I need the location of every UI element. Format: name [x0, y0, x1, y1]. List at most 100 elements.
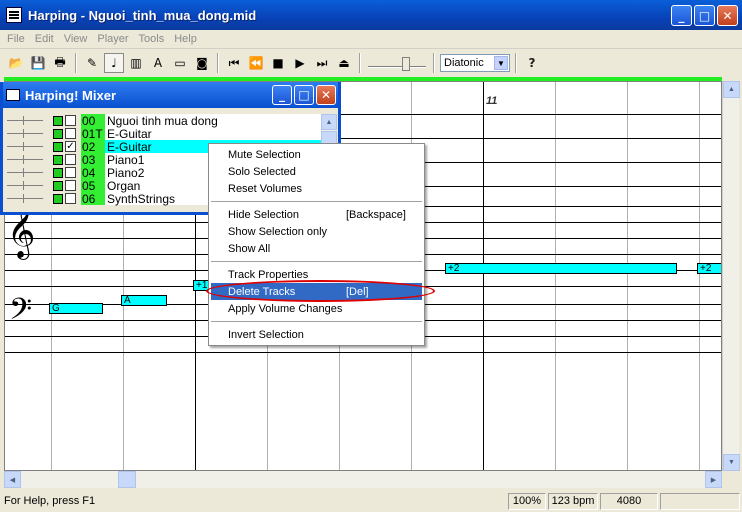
track-name: E-Guitar	[107, 127, 152, 141]
slider-thumb[interactable]	[402, 57, 410, 71]
mixer-maximize-button[interactable]: □	[294, 85, 314, 105]
note-block[interactable]: G	[49, 303, 103, 314]
tape-icon[interactable]: ◙	[192, 53, 212, 73]
help-icon[interactable]: ?	[522, 53, 542, 73]
track-color-swatch	[53, 141, 63, 152]
bass-clef-icon: 𝄢	[9, 293, 33, 334]
menu-item-label: Solo Selected	[228, 165, 296, 178]
volume-fader[interactable]	[7, 192, 45, 205]
track-number: 02	[81, 140, 105, 154]
menu-item-apply-volume-changes[interactable]: Apply Volume Changes	[211, 300, 422, 317]
menu-item-hide-selection[interactable]: Hide Selection [Backspace]	[211, 206, 422, 223]
track-number: 00	[81, 114, 105, 128]
track-list-item[interactable]: 00 Nguoi tinh mua dong	[81, 114, 321, 128]
track-color-swatch	[53, 154, 63, 165]
scroll-up-icon[interactable]: ▲	[723, 81, 740, 98]
menu-view[interactable]: View	[59, 33, 93, 45]
track-controls	[7, 179, 76, 192]
title-bar[interactable]: Harping - Nguoi_tinh_mua_dong.mid _ □ ✕	[0, 0, 742, 30]
volume-fader[interactable]	[7, 127, 45, 140]
menu-player[interactable]: Player	[92, 33, 133, 45]
note-block[interactable]: +2	[697, 263, 721, 274]
mixer-close-button[interactable]: ✕	[316, 85, 336, 105]
menu-tools[interactable]: Tools	[134, 33, 170, 45]
notes-view-icon[interactable]: ♩	[104, 53, 124, 73]
menu-item-solo-selected[interactable]: Solo Selected	[211, 163, 422, 180]
menu-item-reset-volumes[interactable]: Reset Volumes	[211, 180, 422, 197]
toolbar-separator	[359, 53, 361, 73]
volume-fader[interactable]	[7, 153, 45, 166]
pencil-icon[interactable]: ✎	[82, 53, 102, 73]
horizontal-scrollbar[interactable]: ◀ ▶	[4, 471, 722, 488]
track-checkbox[interactable]	[65, 193, 76, 204]
skip-start-icon[interactable]: ⏮	[224, 53, 244, 73]
menu-help[interactable]: Help	[169, 33, 202, 45]
eject-icon[interactable]: ⏏	[334, 53, 354, 73]
stop-icon[interactable]: ■	[268, 53, 288, 73]
volume-fader[interactable]	[7, 140, 45, 153]
track-color-swatch	[53, 128, 63, 139]
window-title: Harping - Nguoi_tinh_mua_dong.mid	[28, 7, 257, 23]
track-checkbox[interactable]	[65, 180, 76, 191]
mixer-title: Harping! Mixer	[25, 87, 117, 103]
annotation-highlight-oval	[206, 280, 435, 302]
vertical-scrollbar[interactable]: ▲ ▼	[722, 81, 740, 471]
track-controls	[7, 192, 76, 205]
scroll-right-icon[interactable]: ▶	[705, 471, 722, 488]
scroll-down-icon[interactable]: ▼	[723, 454, 740, 471]
status-tempo: 123 bpm	[548, 492, 598, 510]
note-block[interactable]: A	[121, 295, 167, 306]
chevron-down-icon[interactable]: ▼	[494, 56, 508, 70]
scale-select[interactable]: Diatonic ▼	[440, 54, 510, 72]
volume-fader[interactable]	[7, 166, 45, 179]
toolbar-separator	[75, 53, 77, 73]
toolbar-separator	[515, 53, 517, 73]
status-empty	[660, 492, 740, 510]
menu-item-label: Hide Selection	[228, 208, 299, 221]
menu-item-label: Reset Volumes	[228, 182, 302, 195]
menu-item-show-all[interactable]: Show All	[211, 240, 422, 257]
keyboard-icon[interactable]: ▭	[170, 53, 190, 73]
track-checkbox[interactable]: ✓	[65, 141, 76, 152]
menu-item-mute-selection[interactable]: Mute Selection	[211, 146, 422, 163]
app-icon[interactable]	[6, 7, 22, 23]
scroll-thumb[interactable]	[118, 471, 136, 488]
track-checkbox[interactable]	[65, 167, 76, 178]
track-list-item[interactable]: 01T E-Guitar	[81, 127, 321, 141]
menu-file[interactable]: File	[2, 33, 30, 45]
menu-item-show-selection-only[interactable]: Show Selection only	[211, 223, 422, 240]
tempo-slider[interactable]	[366, 53, 428, 73]
open-icon[interactable]: 📂	[6, 53, 26, 73]
menu-edit[interactable]: Edit	[30, 33, 59, 45]
volume-fader[interactable]	[7, 179, 45, 192]
track-checkbox[interactable]	[65, 115, 76, 126]
save-icon[interactable]: 💾	[28, 53, 48, 73]
rewind-icon[interactable]: ⏪	[246, 53, 266, 73]
volume-fader[interactable]	[7, 114, 45, 127]
track-controls: ✓	[7, 140, 76, 153]
note-block[interactable]: +2	[445, 263, 677, 274]
track-number: 05	[81, 179, 105, 193]
scroll-left-icon[interactable]: ◀	[4, 471, 21, 488]
toolbar-separator	[217, 53, 219, 73]
menu-item-label: Show All	[228, 242, 271, 255]
close-button[interactable]: ✕	[717, 5, 738, 26]
menu-item-label: Track Properties	[228, 268, 309, 281]
mixer-icon	[6, 89, 20, 101]
track-number: 04	[81, 166, 105, 180]
scroll-up-icon[interactable]: ▲	[321, 114, 337, 130]
mixer-minimize-button[interactable]: _	[272, 85, 292, 105]
menu-separator	[211, 261, 422, 262]
menu-item-label: Mute Selection	[228, 148, 301, 161]
track-checkbox[interactable]	[65, 154, 76, 165]
track-checkbox[interactable]	[65, 128, 76, 139]
track-name: Nguoi tinh mua dong	[107, 114, 218, 128]
piano-icon[interactable]: ▥	[126, 53, 146, 73]
play-icon[interactable]: ▶	[290, 53, 310, 73]
menu-item-invert-selection[interactable]: Invert Selection	[211, 326, 422, 343]
maximize-button[interactable]: □	[694, 5, 715, 26]
print-icon[interactable]: 🖶	[50, 53, 70, 73]
skip-end-icon[interactable]: ⏭	[312, 53, 332, 73]
minimize-button[interactable]: _	[671, 5, 692, 26]
text-icon[interactable]: A	[148, 53, 168, 73]
